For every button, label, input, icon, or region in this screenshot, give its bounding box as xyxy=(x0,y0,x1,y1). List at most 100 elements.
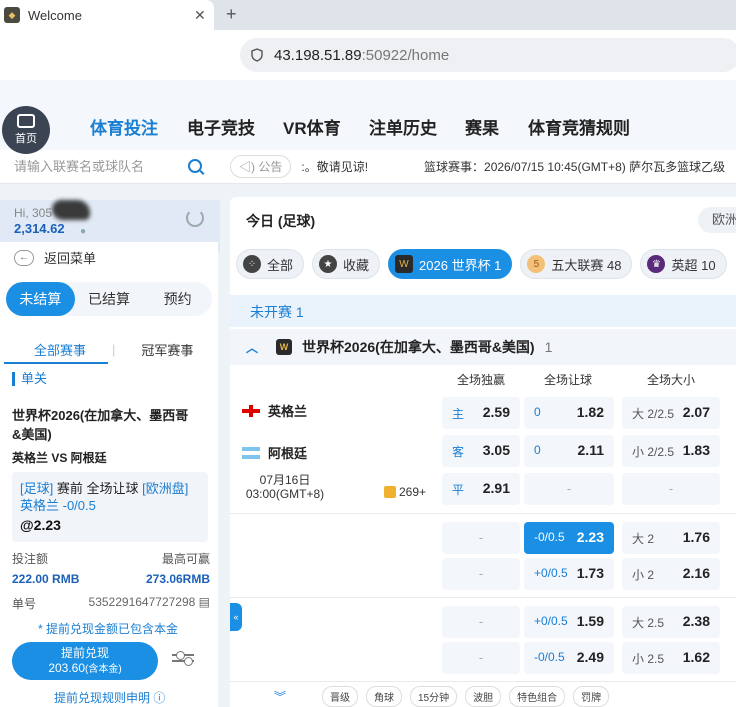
odds-line: 主 xyxy=(452,407,465,421)
odds-cell-ml[interactable]: 平 2.91 xyxy=(442,473,520,505)
cashout-label: 提前兑现 xyxy=(60,646,109,660)
cashout-amount: 203.60(含本金) xyxy=(12,661,158,677)
collapse-caret-icon[interactable]: ︿ xyxy=(246,339,258,356)
markets-icon xyxy=(384,486,396,498)
section-label: 未开赛 1 xyxy=(250,304,304,320)
tag-15min[interactable]: 15分钟 xyxy=(410,685,458,707)
odds-value: 1.59 xyxy=(576,613,604,629)
cashout-button[interactable]: 提前兑现 203.60(含本金) xyxy=(12,642,158,680)
back-to-menu[interactable]: ← 返回菜单 xyxy=(14,248,96,267)
site-info-icon[interactable] xyxy=(250,48,264,62)
home-button[interactable]: 首页 xyxy=(2,106,50,154)
nav-bet-history[interactable]: 注单历史 xyxy=(369,114,437,139)
copy-icon[interactable]: ▤ xyxy=(199,595,210,609)
nav-results[interactable]: 赛果 xyxy=(465,114,499,139)
tab-close-icon[interactable]: ✕ xyxy=(194,7,214,24)
odds-cell-hc[interactable]: -0/0.5 2.49 xyxy=(524,642,614,674)
odds-cell-ou[interactable]: 大 2 1.76 xyxy=(622,522,720,554)
url-host: 43.198.51.89 xyxy=(274,46,362,64)
odds-cell-ou[interactable]: 大 2.5 2.38 xyxy=(622,606,720,638)
filter-epl[interactable]: ♛ 英超 10 xyxy=(640,249,727,279)
odds-value: 2.07 xyxy=(682,404,710,420)
odds-unavailable: - xyxy=(566,481,572,496)
odds-cell-hc[interactable]: 0 2.11 xyxy=(524,435,614,467)
col-moneyline: 全场独赢 xyxy=(457,373,506,387)
main-panel: 今日 (足球) 欧洲 ⁘ 全部 ★ 收藏 W 2026 世界杯 1 5 五大联赛 48 … xyxy=(230,197,736,707)
tab-all-events[interactable]: 全部赛事 xyxy=(34,340,86,359)
address-bar[interactable]: 43.198.51.89:50922/home xyxy=(240,38,736,72)
browser-tabbar: ◆ Welcome ✕ + xyxy=(0,0,736,30)
expand-chevron-icon[interactable]: ︾ xyxy=(274,688,314,705)
league-header[interactable]: ︿ W 世界杯2026(在加拿大、墨西哥&美国) 1 xyxy=(230,329,736,365)
bet-type-line: [足球] 赛前 全场让球 [欧洲盘] xyxy=(20,480,200,497)
filter-favorites-label: 收藏 xyxy=(343,257,370,273)
market-tag: [欧洲盘] xyxy=(142,481,189,496)
odds-line: 0 xyxy=(534,443,541,457)
tab-reserved[interactable]: 预约 xyxy=(143,282,212,316)
odds-cell-ml[interactable]: 主 2.59 xyxy=(442,397,520,429)
page-title: 今日 (足球) xyxy=(246,213,316,229)
search-icon[interactable] xyxy=(188,159,202,173)
nav-sports-betting[interactable]: 体育投注 xyxy=(90,114,158,139)
grid-icon: ⁘ xyxy=(243,255,261,273)
odds-cell-ou[interactable]: 大 2/2.5 2.07 xyxy=(622,397,720,429)
odds-line: +0/0.5 xyxy=(534,614,568,628)
nav-vr-sports[interactable]: VR体育 xyxy=(283,114,341,139)
odds-cell-hc[interactable]: 0 1.82 xyxy=(524,397,614,429)
odds-cell-ml[interactable]: 客 3.05 xyxy=(442,435,520,467)
row-divider xyxy=(230,513,736,514)
browser-tab[interactable]: ◆ Welcome ✕ xyxy=(0,0,214,30)
odds-line: -0/0.5 xyxy=(534,530,565,544)
home-icon xyxy=(17,114,35,128)
odds-line: 大 2 xyxy=(632,532,655,546)
collapse-left-panel-icon[interactable]: « xyxy=(230,603,242,631)
epl-icon: ♛ xyxy=(647,255,666,273)
league-name: 世界杯2026(在加拿大、墨西哥&美国) xyxy=(302,339,535,355)
odds-cell-hc[interactable]: -0/0.5 2.23 xyxy=(524,522,614,554)
odds-cell-ou[interactable]: 小 2/2.5 1.83 xyxy=(622,435,720,467)
divider: | xyxy=(112,341,116,357)
new-tab-icon[interactable]: + xyxy=(226,4,237,25)
order-number-value: 5352291647727298 xyxy=(88,595,196,609)
tab-champion-events[interactable]: 冠军赛事 xyxy=(141,340,193,359)
odds-format-select[interactable]: 欧洲 xyxy=(698,207,736,233)
tag-special-combo[interactable]: 特色组合 xyxy=(509,685,566,707)
filter-favorites[interactable]: ★ 收藏 xyxy=(312,249,381,279)
refresh-icon[interactable] xyxy=(186,209,204,227)
cashout-rules-link[interactable]: 提前兑现规则申明 ⓘ xyxy=(54,689,165,706)
stake-label: 投注额 xyxy=(12,552,49,566)
nav-rules[interactable]: 体育竞猜规则 xyxy=(528,114,630,139)
filter-worldcup[interactable]: W 2026 世界杯 1 xyxy=(388,249,513,279)
eye-icon[interactable]: ● xyxy=(80,226,86,237)
tab-unsettled[interactable]: 未结算 xyxy=(6,282,75,316)
odds-value: 1.73 xyxy=(576,565,604,581)
tag-cards[interactable]: 罚牌 xyxy=(573,685,610,707)
tag-corners[interactable]: 角球 xyxy=(366,685,402,707)
odds-line: 客 xyxy=(452,445,465,459)
odds-cell-hc[interactable]: +0/0.5 1.73 xyxy=(524,558,614,590)
odds-cell-hc[interactable]: +0/0.5 1.59 xyxy=(524,606,614,638)
tag-correct-score[interactable]: 波胆 xyxy=(465,685,502,707)
nav-esports[interactable]: 电子竞技 xyxy=(187,114,255,139)
tab-title: Welcome xyxy=(28,7,82,23)
tag-advance[interactable]: 晋级 xyxy=(322,685,358,707)
cashout-settings-icon[interactable] xyxy=(172,650,194,670)
odds-line: 平 xyxy=(452,483,465,497)
home-team-name: 英格兰 xyxy=(268,404,308,419)
announcement-pill[interactable]: ◁) 公告 xyxy=(230,155,292,178)
announcement-message-2: 篮球赛事：2026/07/15 10:45(GMT+8) 萨尔瓦多篮球乙级 xyxy=(424,160,726,174)
five-leagues-icon: 5 xyxy=(527,255,546,273)
more-markets[interactable]: 269+ xyxy=(384,485,426,499)
odds-cell-ou[interactable]: 小 2.5 1.62 xyxy=(622,642,720,674)
section-not-started[interactable]: 未开赛 1 xyxy=(230,295,736,327)
search-input[interactable] xyxy=(14,159,174,174)
filter-five-leagues[interactable]: 5 五大联赛 48 xyxy=(520,249,633,279)
url-text: 43.198.51.89:50922/home xyxy=(274,47,449,64)
speaker-icon: ◁) xyxy=(239,160,255,174)
odds-line: 小 2 xyxy=(632,568,655,582)
odds-cell-ou[interactable]: 小 2 2.16 xyxy=(622,558,720,590)
odds-unavailable: - xyxy=(478,566,484,581)
tab-settled[interactable]: 已结算 xyxy=(75,282,144,316)
filter-all[interactable]: ⁘ 全部 xyxy=(236,249,305,279)
bet-league: 世界杯2026(在加拿大、墨西哥&美国) xyxy=(12,408,189,442)
